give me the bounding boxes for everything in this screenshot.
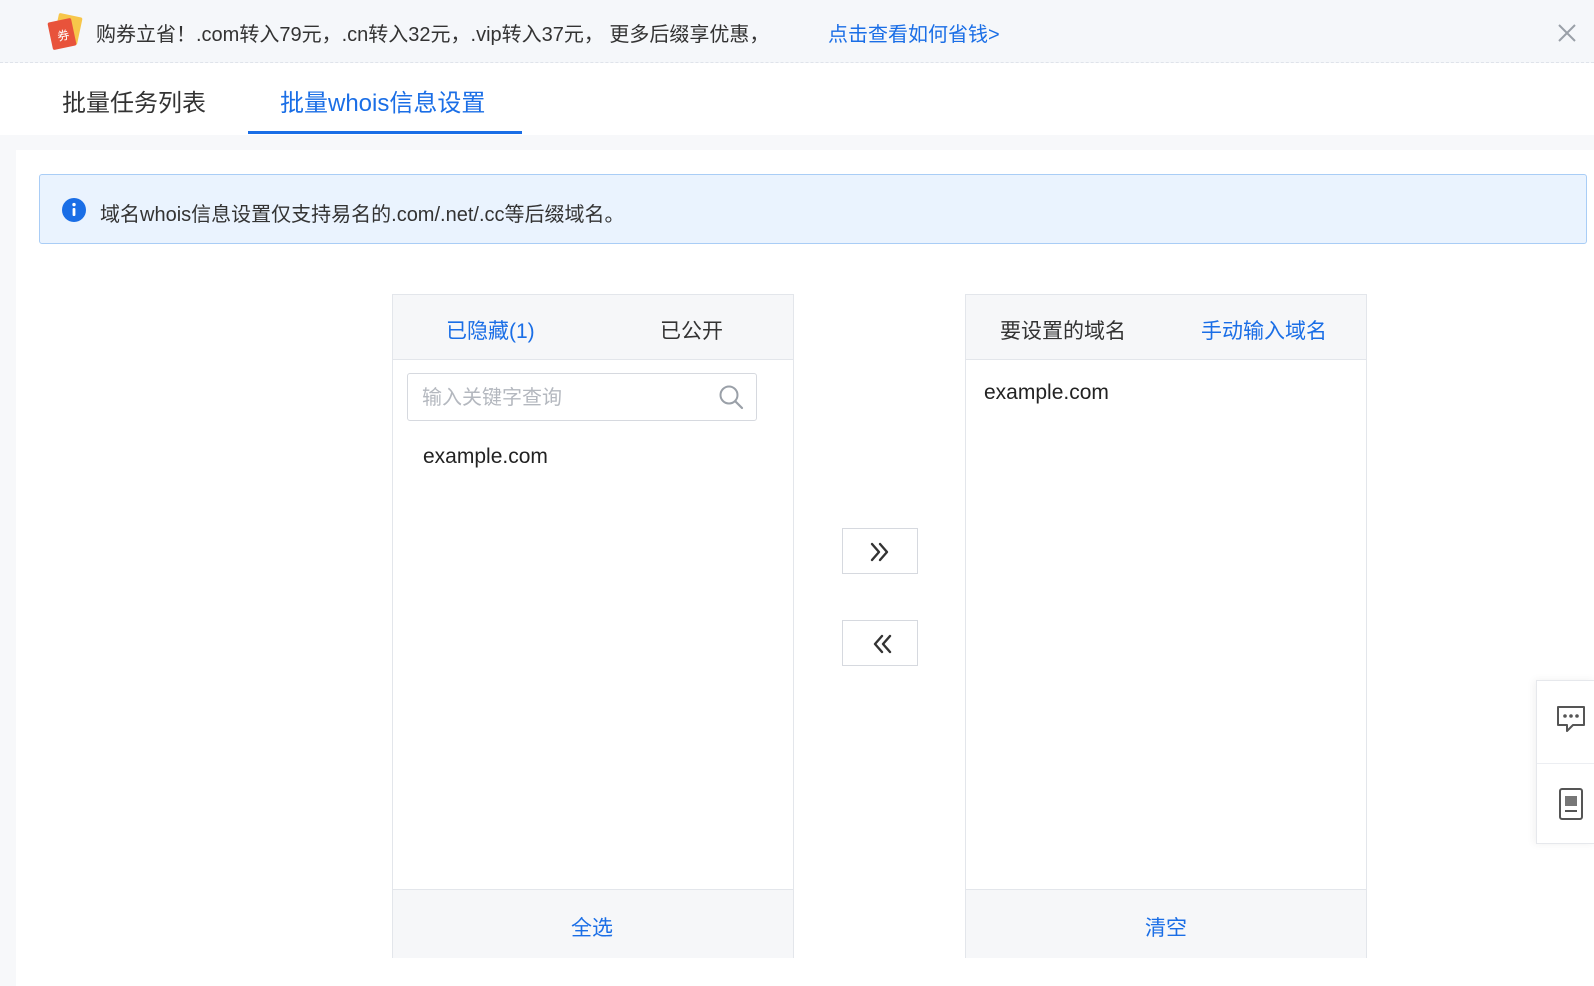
move-left-button[interactable] (842, 620, 918, 666)
clear-button[interactable]: 清空 (1145, 912, 1187, 942)
tab-domains-to-set[interactable]: 要设置的域名 (1000, 315, 1126, 345)
move-right-button[interactable] (842, 528, 918, 574)
list-item[interactable]: example.com (984, 381, 1109, 405)
document-button[interactable] (1537, 763, 1594, 846)
close-icon[interactable] (1556, 22, 1578, 44)
promo-banner: 券 购券立省！.com转入79元，.cn转入32元，.vip转入37元， 更多后… (0, 0, 1594, 63)
floating-toolbar (1536, 680, 1594, 844)
tab-hidden[interactable]: 已隐藏(1) (446, 315, 535, 345)
search-box (407, 373, 757, 421)
search-input[interactable] (420, 384, 714, 412)
tab-batch-whois-settings[interactable]: 批量whois信息设置 (280, 83, 485, 118)
chat-icon (1557, 706, 1585, 732)
coupon-icon: 券 (47, 13, 83, 50)
info-icon (62, 198, 86, 222)
banner-text: 购券立省！.com转入79元，.cn转入32元，.vip转入37元， 更多后缀享… (96, 24, 770, 46)
chat-button[interactable] (1537, 681, 1594, 763)
double-chevron-right-icon (870, 542, 889, 562)
double-chevron-left-icon (873, 634, 892, 654)
target-domain-panel: 要设置的域名 手动输入域名 example.com 清空 (965, 294, 1367, 958)
tab-public[interactable]: 已公开 (660, 315, 723, 345)
source-panel-header: 已隐藏(1) 已公开 (393, 295, 793, 360)
select-all-button[interactable]: 全选 (571, 912, 613, 942)
target-panel-footer: 清空 (966, 889, 1366, 958)
source-domain-panel: 已隐藏(1) 已公开 example.com 全选 (392, 294, 794, 958)
tab-batch-task-list[interactable]: 批量任务列表 (62, 83, 206, 118)
list-item[interactable]: example.com (423, 445, 548, 469)
active-tab-indicator (248, 131, 522, 134)
target-panel-header: 要设置的域名 手动输入域名 (966, 295, 1366, 360)
tab-manual-input[interactable]: 手动输入域名 (1201, 315, 1327, 345)
notice-text: 域名whois信息设置仅支持易名的.com/.net/.cc等后缀域名。 (100, 204, 625, 226)
tab-bar: 批量任务列表 批量whois信息设置 (0, 63, 1594, 135)
banner-link[interactable]: 点击查看如何省钱> (828, 18, 1000, 47)
search-icon[interactable] (718, 384, 744, 410)
info-notice: 域名whois信息设置仅支持易名的.com/.net/.cc等后缀域名。 (39, 174, 1587, 244)
source-panel-footer: 全选 (393, 889, 793, 958)
document-icon (1559, 788, 1583, 820)
